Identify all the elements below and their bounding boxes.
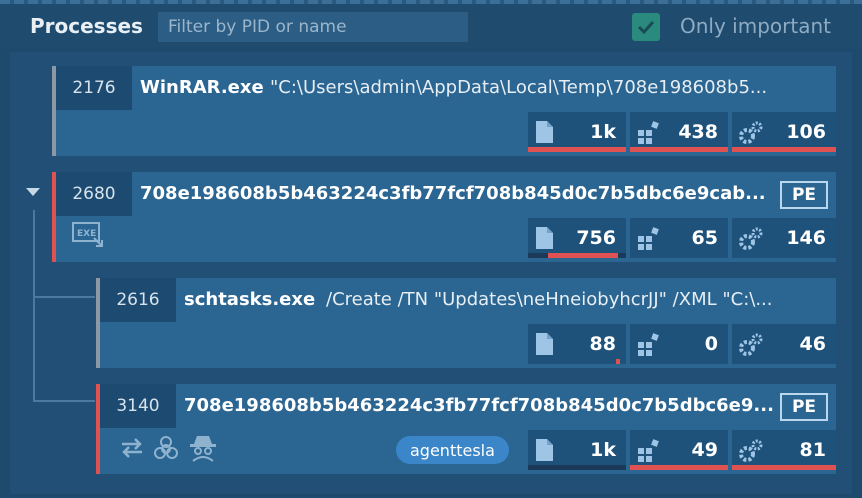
only-important-label[interactable]: Only important [680, 14, 831, 38]
pe-badge: PE [780, 393, 828, 421]
exe-icon: EXE [72, 222, 103, 247]
registry-icon [638, 439, 659, 462]
registry-count: 49 [691, 439, 718, 461]
registry-bar [630, 147, 728, 152]
panel-title: Processes [30, 14, 143, 38]
modules-bar [732, 465, 836, 470]
registry-bar [630, 465, 728, 470]
process-cmdline: /Create /TN "Updates\neHneiobyhcrJJ" /XM… [326, 289, 773, 310]
files-bar-fill [548, 253, 618, 258]
tree-connector [33, 400, 95, 402]
gears-icon [739, 121, 763, 144]
files-count: 1k [590, 121, 616, 143]
spy-icon [190, 436, 216, 462]
files-count: 756 [576, 227, 616, 249]
files-count: 88 [589, 333, 616, 355]
network-arrows-icon [122, 438, 142, 458]
registry-stat[interactable]: 65 [630, 218, 728, 258]
registry-stat[interactable]: 0 [630, 324, 728, 364]
modules-stat[interactable]: 81 [732, 430, 836, 470]
file-icon [536, 439, 553, 461]
files-stat[interactable]: 88 [528, 324, 626, 364]
files-count: 1k [590, 439, 616, 461]
collapse-arrow-icon[interactable] [24, 186, 42, 198]
registry-icon [638, 333, 659, 356]
processes-header: Processes Only important [0, 4, 862, 48]
process-name: 708e198608b5b463224c3fb77fcf708b845d0c7b… [140, 183, 766, 204]
process-row[interactable]: 2176 WinRAR.exe "C:\Users\admin\AppData\… [52, 66, 836, 156]
only-important-checkbox[interactable] [632, 13, 660, 41]
registry-count: 65 [691, 227, 718, 249]
svg-text:EXE: EXE [77, 229, 96, 239]
modules-bar [732, 147, 836, 152]
files-stat[interactable]: 1k [528, 112, 626, 152]
process-name: 708e198608b5b463224c3fb77fcf708b845d0c7b… [184, 395, 774, 416]
registry-stat[interactable]: 49 [630, 430, 728, 470]
file-icon [536, 333, 553, 355]
pid-label: 2616 [100, 278, 176, 322]
pe-badge: PE [780, 181, 828, 209]
process-cmdline: "C:\Users\admin\AppData\Local\Temp\708e1… [270, 77, 768, 98]
filter-input[interactable] [158, 12, 468, 42]
process-row[interactable]: 3140 708e198608b5b463224c3fb77fcf708b845… [96, 384, 836, 474]
process-name: WinRAR.exe [140, 77, 264, 98]
process-row[interactable]: 2616 schtasks.exe /Create /TN "Updates\n… [96, 278, 836, 368]
files-bar [528, 147, 626, 152]
check-icon [637, 20, 655, 35]
files-stat[interactable]: 1k [528, 430, 626, 470]
modules-count: 46 [799, 333, 826, 355]
registry-icon [638, 121, 659, 144]
process-tree: 2176 WinRAR.exe "C:\Users\admin\AppData\… [10, 52, 852, 494]
process-name: schtasks.exe [184, 289, 316, 310]
registry-count: 0 [704, 333, 718, 355]
registry-count: 438 [678, 121, 718, 143]
registry-icon [638, 227, 659, 250]
pid-label: 2176 [56, 66, 132, 110]
process-row[interactable]: 2680 708e198608b5b463224c3fb77fcf708b845… [52, 172, 836, 262]
files-stat[interactable]: 756 [528, 218, 626, 258]
registry-stat[interactable]: 438 [630, 112, 728, 152]
modules-count: 81 [799, 439, 826, 461]
gears-icon [739, 227, 763, 250]
modules-stat[interactable]: 46 [732, 324, 836, 364]
files-bar [528, 465, 626, 470]
modules-count: 106 [786, 121, 826, 143]
modules-count: 146 [786, 227, 826, 249]
threat-tag[interactable]: agenttesla [396, 436, 509, 464]
files-bar-fill [616, 359, 620, 364]
gears-icon [739, 333, 763, 356]
modules-stat[interactable]: 146 [732, 218, 836, 258]
modules-stat[interactable]: 106 [732, 112, 836, 152]
biohazard-icon [154, 436, 178, 459]
gears-icon [739, 439, 763, 462]
file-icon [536, 121, 553, 143]
tree-connector [33, 210, 35, 400]
tree-connector [33, 296, 95, 298]
file-icon [536, 227, 553, 249]
pid-label: 3140 [100, 384, 176, 428]
pid-label: 2680 [56, 172, 132, 216]
